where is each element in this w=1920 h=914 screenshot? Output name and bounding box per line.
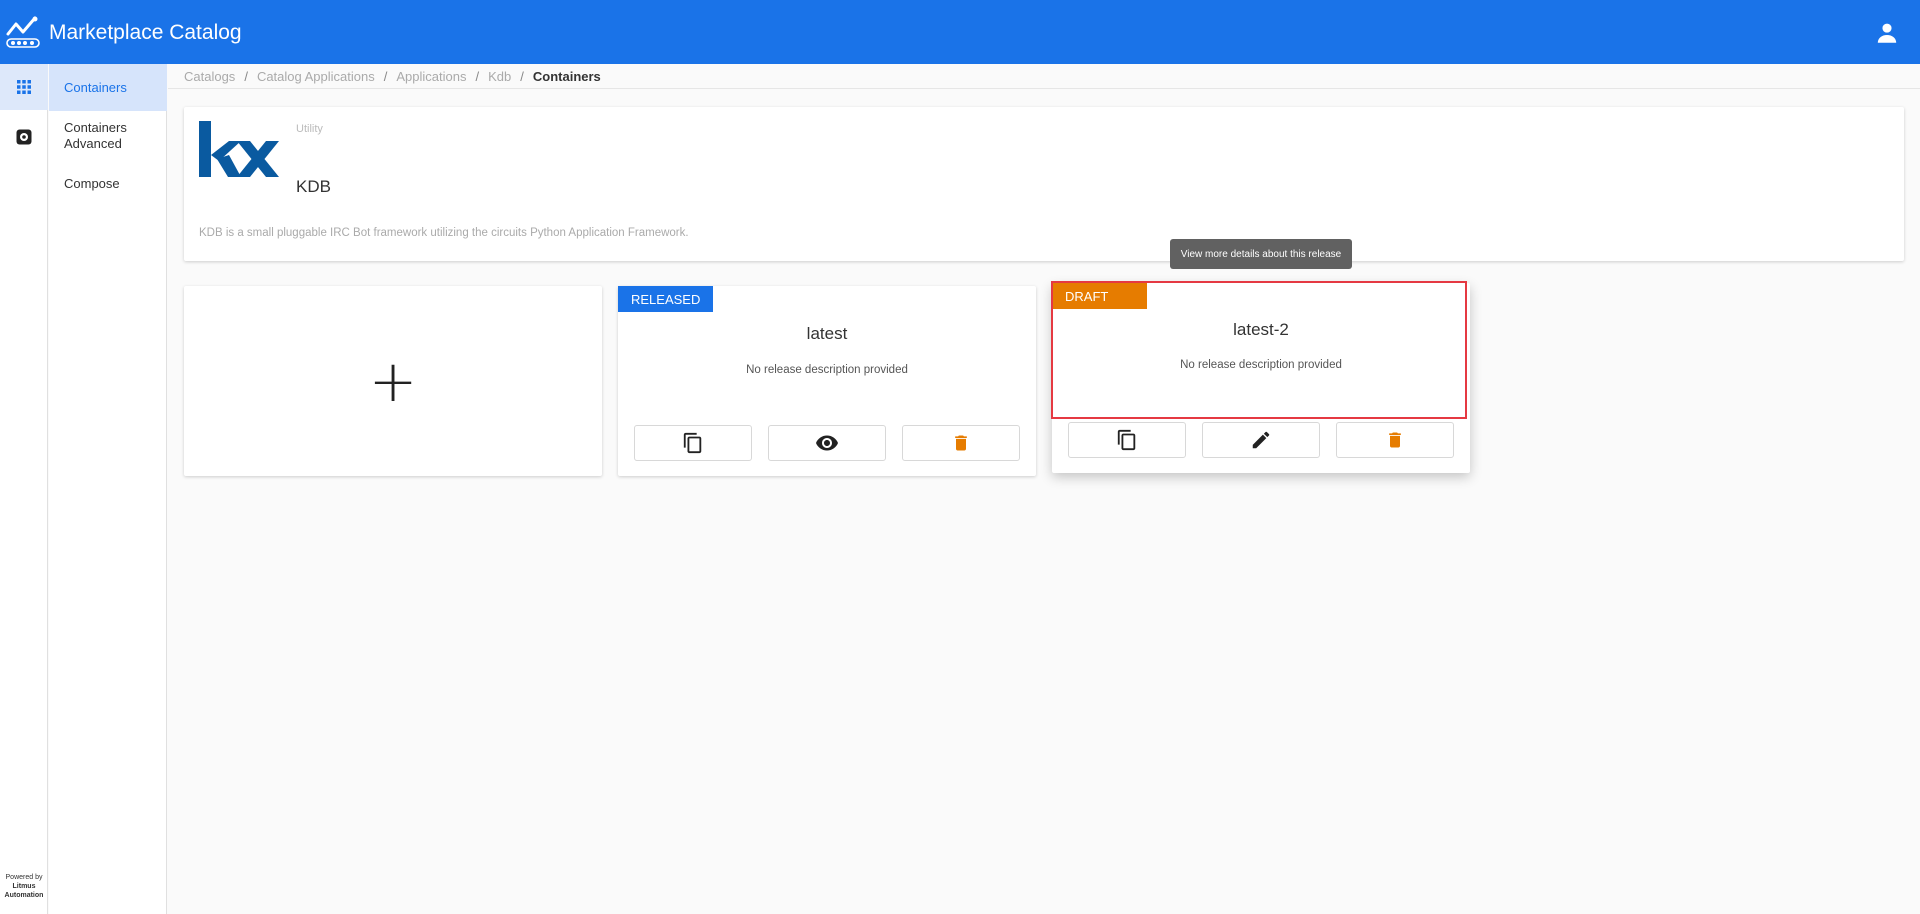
powered-company-line1: Litmus	[12, 883, 36, 890]
powered-by: Powered by Litmus Automation	[0, 873, 48, 900]
eye-icon	[816, 435, 838, 451]
app-title: Marketplace Catalog	[49, 21, 242, 44]
add-release-card[interactable]: +	[184, 286, 602, 476]
edit-button[interactable]	[1202, 422, 1320, 458]
tooltip: View more details about this release	[1170, 239, 1352, 269]
grid-icon	[17, 80, 31, 94]
powered-by-label: Powered by	[5, 874, 43, 881]
breadcrumb-separator: /	[520, 68, 524, 84]
subnav-item-containers[interactable]: Containers	[49, 64, 167, 111]
delete-button[interactable]	[1336, 422, 1454, 458]
status-badge: DRAFT	[1052, 283, 1147, 309]
subnav-item-containers-advanced[interactable]: Containers Advanced	[49, 120, 149, 152]
breadcrumb-separator: /	[244, 68, 248, 84]
pencil-icon	[1252, 431, 1270, 449]
breadcrumb-containers: Containers	[532, 68, 601, 84]
release-card-latest-2[interactable]: DRAFT latest-2 No release description pr…	[1052, 283, 1470, 473]
application-card: Utility KDB KDB is a small pluggable IRC…	[184, 107, 1904, 261]
release-description: No release description provided	[746, 364, 908, 376]
trash-icon	[955, 435, 967, 451]
app-description: KDB is a small pluggable IRC Bot framewo…	[199, 227, 689, 239]
plus-icon: +	[368, 347, 418, 415]
copy-button[interactable]	[634, 425, 752, 461]
rail-item-apps[interactable]	[0, 64, 48, 110]
litmus-logo-icon[interactable]	[5, 14, 41, 50]
sub-navigation: Containers Containers Advanced Compose	[49, 64, 167, 914]
copy-icon	[1117, 429, 1136, 451]
left-rail: Powered by Litmus Automation	[0, 64, 48, 914]
gear-icon	[16, 129, 32, 145]
release-card-latest[interactable]: RELEASED latest No release description p…	[618, 286, 1036, 476]
kx-logo	[199, 121, 279, 177]
breadcrumb-applications[interactable]: Applications	[396, 69, 466, 84]
breadcrumb-kdb[interactable]: Kdb	[488, 69, 511, 84]
breadcrumb: Catalogs / Catalog Applications / Applic…	[168, 64, 1920, 89]
breadcrumb-catalogs[interactable]: Catalogs	[184, 69, 235, 84]
copy-icon	[683, 432, 702, 454]
app-category: Utility	[296, 123, 323, 135]
view-button[interactable]	[768, 425, 886, 461]
powered-company-line2: Automation	[4, 892, 44, 899]
account-icon[interactable]	[1874, 20, 1900, 46]
breadcrumb-catalog-applications[interactable]: Catalog Applications	[257, 69, 375, 84]
release-description: No release description provided	[1180, 359, 1342, 371]
copy-button[interactable]	[1068, 422, 1186, 458]
app-name: KDB	[296, 177, 331, 196]
trash-icon	[1389, 432, 1401, 448]
release-title: latest	[806, 324, 848, 343]
release-title: latest-2	[1233, 320, 1289, 339]
subnav-item-compose[interactable]: Compose	[49, 176, 167, 192]
rail-item-settings[interactable]	[0, 114, 48, 160]
breadcrumb-separator: /	[475, 68, 480, 84]
status-badge: RELEASED	[618, 286, 714, 312]
delete-button[interactable]	[902, 425, 1020, 461]
breadcrumb-separator: /	[383, 68, 388, 84]
top-app-bar: Marketplace Catalog	[0, 0, 1920, 64]
